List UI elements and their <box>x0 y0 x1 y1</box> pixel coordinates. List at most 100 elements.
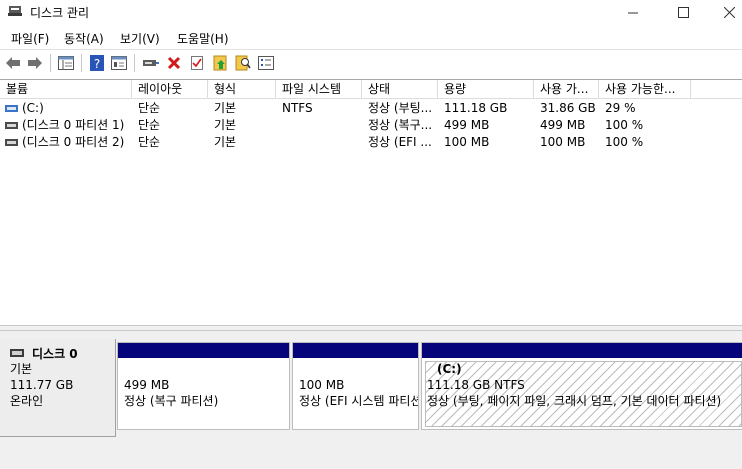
close-icon <box>723 6 735 18</box>
close-button[interactable] <box>706 0 742 24</box>
back-arrow-icon <box>6 57 20 69</box>
console-tree-icon <box>58 56 74 70</box>
maximize-button[interactable] <box>660 0 706 24</box>
table-row[interactable]: (디스크 0 파티션 2) 단순 기본 정상 (EFI ... 100 MB 1… <box>0 134 742 151</box>
toolbar: ? <box>0 49 742 76</box>
volume-list-header: 볼륨 레이아웃 형식 파일 시스템 상태 용량 사용 가... 사용 가능한..… <box>0 80 742 99</box>
disk-name: 디스크 0 <box>32 346 78 361</box>
volume-drive-icon <box>5 105 18 112</box>
cell-volume: (디스크 0 파티션 1) <box>22 118 125 132</box>
toolbar-separator <box>50 54 51 72</box>
table-row[interactable]: (C:) 단순 기본 NTFS 정상 (부팅... 111.18 GB 31.8… <box>0 100 742 117</box>
toolbar-separator <box>81 54 82 72</box>
partition-body: 100 MB 정상 (EFI 시스템 파티션) <box>293 358 418 429</box>
column-header-volume[interactable]: 볼륨 <box>0 80 132 99</box>
partition-status: 정상 (부팅, 페이지 파일, 크래시 덤프, 기본 데이터 파티션) <box>427 394 722 408</box>
cell-capacity: 111.18 GB <box>444 101 508 115</box>
partition-efi[interactable]: 100 MB 정상 (EFI 시스템 파티션) <box>292 342 419 430</box>
cell-type: 기본 <box>214 135 237 149</box>
cell-free-space: 100 MB <box>540 135 586 149</box>
cell-layout: 단순 <box>138 135 161 149</box>
partition-size: 111.18 GB NTFS <box>427 378 525 392</box>
volume-list: 볼륨 레이아웃 형식 파일 시스템 상태 용량 사용 가... 사용 가능한..… <box>0 79 742 325</box>
column-header-percent-free[interactable]: 사용 가능한... <box>599 80 691 99</box>
menu-action[interactable]: 동작(A) <box>64 30 104 47</box>
minimize-icon <box>627 12 638 13</box>
cell-status: 정상 (복구... <box>368 118 433 132</box>
partition-size: 499 MB <box>124 378 170 392</box>
column-header-capacity[interactable]: 용량 <box>438 80 534 99</box>
cell-type: 기본 <box>214 118 237 132</box>
properties-icon <box>111 56 127 70</box>
search-button[interactable] <box>234 54 252 72</box>
column-header-status[interactable]: 상태 <box>362 80 438 99</box>
cell-type: 기본 <box>214 101 237 115</box>
cell-layout: 단순 <box>138 101 161 115</box>
partition-body: (C:) 111.18 GB NTFS 정상 (부팅, 페이지 파일, 크래시 … <box>422 358 742 429</box>
partition-status: 정상 (복구 파티션) <box>124 394 219 408</box>
toolbar-separator <box>134 54 135 72</box>
cell-file-system <box>282 134 362 151</box>
partition-body: 499 MB 정상 (복구 파티션) <box>118 358 289 429</box>
maximize-icon <box>677 6 689 18</box>
cell-file-system: NTFS <box>282 101 313 115</box>
partition-recovery[interactable]: 499 MB 정상 (복구 파티션) <box>117 342 290 430</box>
cell-layout: 단순 <box>138 118 161 132</box>
search-icon <box>235 55 251 71</box>
partition-size: 100 MB <box>299 378 345 392</box>
disk-type: 기본 <box>10 362 33 376</box>
help-icon: ? <box>90 55 104 71</box>
partition-bar <box>422 343 742 358</box>
cell-file-system <box>282 117 362 134</box>
column-header-free-space[interactable]: 사용 가... <box>534 80 599 99</box>
disk-management-app-icon <box>8 6 22 16</box>
volume-drive-icon <box>5 122 18 129</box>
properties-button[interactable] <box>110 54 128 72</box>
back-button[interactable] <box>4 54 22 72</box>
menu-view[interactable]: 보기(V) <box>120 30 160 47</box>
import-button[interactable] <box>212 54 230 72</box>
delete-button[interactable] <box>165 54 183 72</box>
cell-percent-free: 100 % <box>605 118 644 132</box>
forward-button[interactable] <box>26 54 44 72</box>
partition-bar <box>118 343 289 358</box>
help-button[interactable]: ? <box>88 54 106 72</box>
connect-drive-icon <box>143 60 159 66</box>
partition-status: 정상 (EFI 시스템 파티션) <box>299 394 418 408</box>
cell-capacity: 499 MB <box>444 118 490 132</box>
disk-info-panel[interactable]: 디스크 0 기본 111.77 GB 온라인 <box>0 339 116 437</box>
column-header-layout[interactable]: 레이아웃 <box>132 80 208 99</box>
menu-bar: 파일(F) 동작(A) 보기(V) 도움말(H) <box>0 28 742 48</box>
cell-status: 정상 (EFI ... <box>368 135 432 149</box>
partition-title: (C:) <box>437 362 462 376</box>
minimize-button[interactable] <box>610 0 656 24</box>
column-header-type[interactable]: 형식 <box>208 80 276 99</box>
title-bar: 디스크 관리 <box>0 0 742 24</box>
import-icon <box>213 55 227 71</box>
forward-arrow-icon <box>28 57 42 69</box>
volume-drive-icon <box>5 139 18 146</box>
cell-status: 정상 (부팅... <box>368 101 433 115</box>
cell-percent-free: 100 % <box>605 135 644 149</box>
disk-icon <box>10 349 24 357</box>
cell-free-space: 499 MB <box>540 118 586 132</box>
show-hide-console-tree-button[interactable] <box>57 54 75 72</box>
window-title: 디스크 관리 <box>30 6 90 20</box>
menu-help[interactable]: 도움말(H) <box>177 30 229 47</box>
partition-c[interactable]: (C:) 111.18 GB NTFS 정상 (부팅, 페이지 파일, 크래시 … <box>421 342 742 430</box>
list-view-button[interactable] <box>257 54 275 72</box>
cell-percent-free: 29 % <box>605 101 636 115</box>
partition-bar <box>293 343 418 358</box>
disk-state: 온라인 <box>10 394 44 408</box>
column-header-file-system[interactable]: 파일 시스템 <box>276 80 362 99</box>
svg-text:?: ? <box>94 57 100 71</box>
connect-drive-button[interactable] <box>141 54 159 72</box>
disk-header: 디스크 0 <box>10 345 115 361</box>
disk-graphical-view: 디스크 0 기본 111.77 GB 온라인 499 MB 정상 (복구 파티션… <box>0 331 742 469</box>
check-button[interactable] <box>188 54 206 72</box>
cell-volume: (디스크 0 파티션 2) <box>22 135 125 149</box>
menu-file[interactable]: 파일(F) <box>11 30 49 47</box>
table-row[interactable]: (디스크 0 파티션 1) 단순 기본 정상 (복구... 499 MB 499… <box>0 117 742 134</box>
cell-volume: (C:) <box>22 101 44 115</box>
checklist-icon <box>191 56 203 70</box>
